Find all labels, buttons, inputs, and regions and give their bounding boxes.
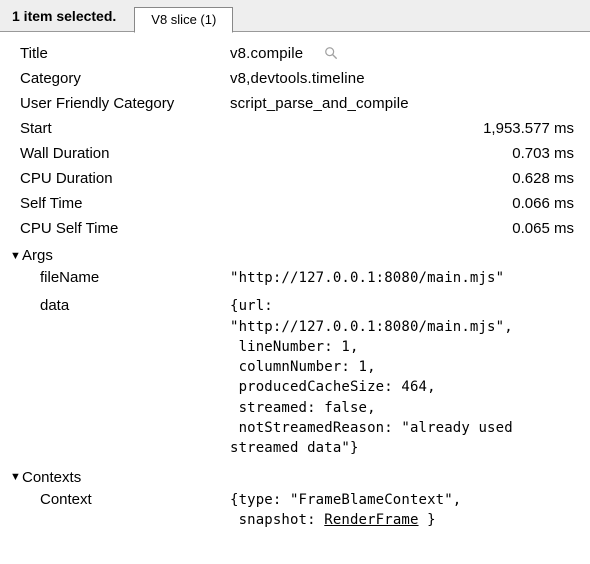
section-args-label: Args: [22, 247, 53, 264]
label-start: Start: [20, 120, 230, 137]
label-wall-duration: Wall Duration: [20, 145, 230, 162]
row-cpu-self-time: CPU Self Time 0.065 ms: [10, 216, 580, 241]
label-title: Title: [20, 45, 230, 62]
value-category: v8,devtools.timeline: [230, 70, 580, 87]
value-user-friendly: script_parse_and_compile: [230, 95, 580, 112]
label-cpu-self-time: CPU Self Time: [20, 220, 230, 237]
row-wall-duration: Wall Duration 0.703 ms: [10, 141, 580, 166]
row-title: Title v8.compile: [10, 40, 580, 66]
value-self-time: 0.066 ms: [230, 195, 580, 212]
section-contexts[interactable]: ▼Contexts: [10, 463, 580, 486]
row-args-data: data {url: "http://127.0.0.1:8080/main.m…: [10, 292, 580, 462]
label-filename: fileName: [20, 269, 230, 286]
magnify-icon[interactable]: [324, 46, 338, 64]
tab-label: V8 slice (1): [151, 12, 216, 27]
label-data: data: [20, 297, 230, 314]
header-bar: 1 item selected. V8 slice (1): [0, 0, 590, 32]
label-user-friendly: User Friendly Category: [20, 95, 230, 112]
value-wall-duration: 0.703 ms: [230, 145, 580, 162]
details-panel: Title v8.compile Category v8,devtools.ti…: [0, 32, 590, 534]
label-cpu-duration: CPU Duration: [20, 170, 230, 187]
row-cpu-duration: CPU Duration 0.628 ms: [10, 166, 580, 191]
label-context: Context: [20, 491, 230, 508]
row-self-time: Self Time 0.066 ms: [10, 191, 580, 216]
value-start: 1,953.577 ms: [230, 120, 580, 137]
section-contexts-label: Contexts: [22, 469, 81, 486]
tab-v8-slice[interactable]: V8 slice (1): [134, 7, 233, 33]
label-self-time: Self Time: [20, 195, 230, 212]
value-data: {url: "http://127.0.0.1:8080/main.mjs", …: [230, 296, 580, 458]
label-category: Category: [20, 70, 230, 87]
row-start: Start 1,953.577 ms: [10, 116, 580, 141]
value-cpu-duration: 0.628 ms: [230, 170, 580, 187]
row-context: Context {type: "FrameBlameContext", snap…: [10, 486, 580, 535]
section-args[interactable]: ▼Args: [10, 241, 580, 264]
value-filename: "http://127.0.0.1:8080/main.mjs": [230, 268, 580, 288]
value-cpu-self-time: 0.065 ms: [230, 220, 580, 237]
renderframe-link[interactable]: RenderFrame: [324, 512, 418, 528]
value-context: {type: "FrameBlameContext", snapshot: Re…: [230, 490, 580, 531]
disclosure-triangle-icon: ▼: [10, 250, 22, 262]
selection-status: 1 item selected.: [12, 8, 134, 24]
row-user-friendly-category: User Friendly Category script_parse_and_…: [10, 91, 580, 116]
disclosure-triangle-icon: ▼: [10, 471, 22, 483]
value-title: v8.compile: [230, 44, 580, 62]
row-args-filename: fileName "http://127.0.0.1:8080/main.mjs…: [10, 264, 580, 292]
row-category: Category v8,devtools.timeline: [10, 66, 580, 91]
